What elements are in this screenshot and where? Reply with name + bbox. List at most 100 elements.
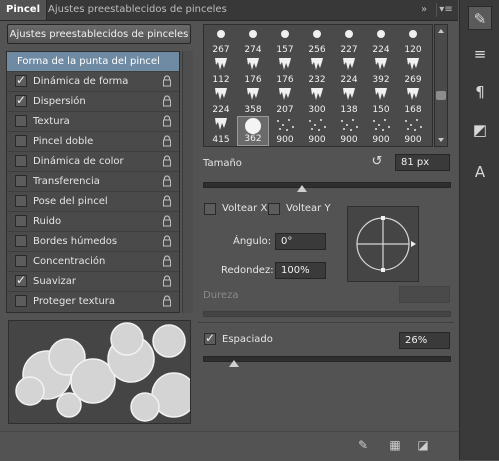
list-item-shape-dynamics[interactable]: ✓ Dinámica de forma — [7, 72, 179, 92]
brush-tip-cell[interactable]: 224 — [333, 56, 365, 86]
brush-tip-cell[interactable]: 224 — [205, 86, 237, 116]
brush-size-label: 227 — [340, 45, 358, 55]
tab-brush-presets[interactable]: Ajustes preestablecidos de pinceles — [42, 0, 233, 20]
brush-panel-icon[interactable]: ✎ — [468, 6, 492, 30]
checkbox[interactable] — [15, 295, 27, 307]
lock-icon[interactable] — [162, 235, 172, 247]
scroll-thumb[interactable] — [436, 91, 446, 100]
spacing-checkbox[interactable]: ✓ — [204, 332, 216, 345]
new-preset-icon[interactable]: ◪ — [416, 438, 430, 452]
brush-tip-cell[interactable]: 256 — [301, 26, 333, 56]
brush-tip-cell[interactable]: 900 — [269, 116, 301, 146]
checkbox[interactable] — [15, 175, 27, 187]
brush-tip-cell[interactable]: 900 — [365, 116, 397, 146]
lock-icon[interactable] — [162, 155, 172, 167]
tab-brush[interactable]: Pincel — [0, 0, 48, 20]
spacing-slider-track[interactable] — [203, 356, 451, 362]
list-item-brush-tip-shape[interactable]: Forma de la punta del pincel — [7, 52, 179, 72]
lock-icon[interactable] — [162, 75, 172, 87]
lock-icon[interactable] — [162, 95, 172, 107]
roundness-input[interactable]: 100% — [275, 262, 326, 279]
checkbox[interactable] — [15, 235, 27, 247]
size-slider-track[interactable] — [203, 182, 451, 188]
list-item-noise[interactable]: Ruido — [7, 212, 179, 232]
brush-tip-cell[interactable]: 112 — [205, 56, 237, 86]
checkbox[interactable] — [15, 215, 27, 227]
list-item-build-up[interactable]: Concentración — [7, 252, 179, 272]
checkbox[interactable] — [15, 255, 27, 267]
brush-tip-cell[interactable]: 900 — [301, 116, 333, 146]
brush-tip-cell[interactable]: 157 — [269, 26, 301, 56]
brush-tip-cell[interactable]: 392 — [365, 56, 397, 86]
checkbox[interactable] — [15, 135, 27, 147]
size-input[interactable]: 81 px — [395, 154, 450, 171]
lock-icon[interactable] — [162, 115, 172, 127]
brush-tip-cell[interactable]: 267 — [205, 26, 237, 56]
lock-icon[interactable] — [162, 195, 172, 207]
brush-tip-cell[interactable]: 138 — [333, 86, 365, 116]
list-item-color-dynamics[interactable]: Dinámica de color — [7, 152, 179, 172]
lock-icon[interactable] — [162, 275, 172, 287]
brush-tip-cell[interactable]: 176 — [269, 56, 301, 86]
checkbox[interactable] — [15, 155, 27, 167]
list-item-wet-edges[interactable]: Bordes húmedos — [7, 232, 179, 252]
spacing-slider-thumb[interactable] — [229, 360, 239, 367]
lock-icon[interactable] — [162, 255, 172, 267]
brush-tip-cell[interactable]: 232 — [301, 56, 333, 86]
angle-roundness-widget[interactable] — [347, 206, 419, 282]
checkbox[interactable]: ✓ — [15, 274, 27, 287]
brush-tip-cell[interactable]: 227 — [333, 26, 365, 56]
lock-icon[interactable] — [162, 175, 172, 187]
checkbox[interactable] — [15, 195, 27, 207]
brush-tip-icon — [249, 30, 257, 38]
list-item-transfer[interactable]: Transferencia — [7, 172, 179, 192]
lock-icon[interactable] — [162, 215, 172, 227]
scroll-down-arrow-icon[interactable] — [438, 138, 444, 142]
brush-size-label: 176 — [276, 75, 294, 85]
paragraph-panel-icon[interactable]: ¶ — [468, 80, 492, 104]
brush-tip-cell[interactable]: 300 — [301, 86, 333, 116]
brush-presets-button[interactable]: Ajustes preestablecidos de pinceles — [7, 24, 191, 44]
size-slider-thumb[interactable] — [297, 185, 307, 192]
lock-icon[interactable] — [162, 135, 172, 147]
list-item-brush-pose[interactable]: Pose del pincel — [7, 192, 179, 212]
angle-input[interactable]: 0° — [275, 233, 326, 250]
spacing-input[interactable]: 26% — [399, 332, 450, 349]
scroll-up-arrow-icon[interactable] — [438, 29, 444, 33]
brush-tip-cell[interactable]: 168 — [397, 86, 429, 116]
brush-tip-cell[interactable]: 274 — [237, 26, 269, 56]
angle-crosshair-icon[interactable] — [348, 207, 418, 281]
brush-toggle-icon[interactable]: ✎ — [356, 438, 370, 452]
collapse-icon[interactable]: » — [417, 3, 431, 17]
sliders-panel-icon[interactable]: ≡ — [468, 42, 492, 66]
brush-tip-cell[interactable]: 415 — [205, 116, 237, 146]
brush-tip-cell[interactable]: 900 — [397, 116, 429, 146]
checkbox[interactable] — [15, 115, 27, 127]
lock-icon[interactable] — [162, 295, 172, 307]
brush-tip-cell-selected[interactable]: 362 — [237, 116, 269, 146]
brush-tip-cell[interactable]: 224 — [365, 26, 397, 56]
checkbox[interactable]: ✓ — [15, 74, 27, 87]
list-scrollbar[interactable] — [182, 51, 193, 313]
brush-tip-cell[interactable]: 120 — [397, 26, 429, 56]
brush-tip-cell[interactable]: 358 — [237, 86, 269, 116]
brush-tip-cell[interactable]: 176 — [237, 56, 269, 86]
checkbox[interactable]: ✓ — [15, 94, 27, 107]
brush-tip-cell[interactable]: 269 — [397, 56, 429, 86]
list-item-scattering[interactable]: ✓ Dispersión — [7, 92, 179, 112]
list-item-dual-brush[interactable]: Pincel doble — [7, 132, 179, 152]
brush-tip-cell[interactable]: 900 — [333, 116, 365, 146]
panel-menu-icon[interactable]: ▾≡ — [436, 3, 455, 17]
flip-y-checkbox[interactable] — [268, 203, 280, 215]
brush-tip-cell[interactable]: 150 — [365, 86, 397, 116]
flip-x-checkbox[interactable] — [204, 203, 216, 215]
character-panel-icon[interactable]: A — [468, 160, 492, 184]
list-item-smoothing[interactable]: ✓ Suavizar — [7, 272, 179, 292]
brush-tip-cell[interactable]: 207 — [269, 86, 301, 116]
list-item-protect-texture[interactable]: Proteger textura — [7, 292, 179, 312]
list-item-texture[interactable]: Textura — [7, 112, 179, 132]
3d-cube-icon[interactable]: ◩ — [468, 118, 492, 142]
brush-grid-scrollbar[interactable] — [434, 24, 448, 147]
reset-size-icon[interactable]: ↺ — [370, 155, 384, 169]
grid-icon[interactable]: ▦ — [388, 438, 402, 452]
